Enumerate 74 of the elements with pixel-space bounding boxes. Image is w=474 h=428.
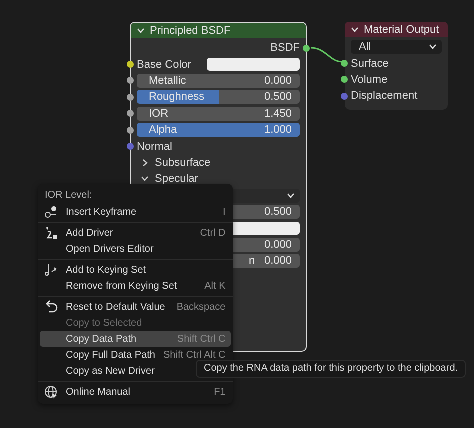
node-title: Principled BSDF (150, 24, 231, 36)
field-value: 1.000 (264, 124, 292, 136)
field-label: IOR (149, 108, 169, 120)
shortcut-label: F1 (214, 386, 226, 398)
driver-icon (44, 226, 58, 240)
node-socket[interactable] (127, 110, 134, 118)
menu-item[interactable]: Open Drivers Editor (40, 241, 231, 257)
field-value: 1.450 (264, 108, 292, 120)
socket-label: Displacement (351, 90, 418, 102)
socket-label: Base Color (137, 58, 192, 71)
field-label: Roughness (149, 91, 205, 104)
menu-item[interactable]: Add Driver Ctrl D (40, 225, 231, 241)
shortcut-label: I (222, 206, 226, 218)
node-socket[interactable] (127, 94, 134, 101)
keying-set-icon (44, 263, 58, 277)
dropdown[interactable]: All (351, 40, 442, 54)
menu-item[interactable]: Reset to Default Value Backspace (40, 299, 231, 315)
menu-item-label: Online Manual (66, 386, 130, 398)
menu-item-label: Reset to Default Value (66, 302, 166, 312)
field-label: Metallic (149, 74, 186, 87)
node-title: Material Output (364, 24, 440, 36)
shortcut-label: Shift Ctrl Alt C (164, 350, 226, 360)
menu-item-label: Copy Data Path (66, 334, 137, 344)
menu-item[interactable]: Copy Data Path Shift Ctrl C (40, 331, 231, 347)
socket-label: BSDF (270, 42, 300, 54)
socket-label: Volume (351, 74, 388, 86)
chevron-down-icon (429, 44, 437, 50)
socket-label: Normal (137, 140, 172, 153)
panel-label[interactable]: Specular (155, 173, 198, 186)
menu-item-label: Add to Keying Set (66, 264, 146, 276)
globe-icon (44, 385, 58, 399)
field-value: 0.000 (264, 255, 292, 268)
shortcut-label: Backspace (176, 302, 226, 312)
node-socket[interactable] (127, 61, 134, 68)
menu-item-label: Open Drivers Editor (66, 244, 154, 254)
node-socket[interactable] (303, 44, 310, 52)
menu-item-label: Copy Full Data Path (66, 350, 156, 360)
shortcut-label: Shift Ctrl C (177, 334, 226, 344)
node-socket[interactable] (341, 60, 348, 68)
menu-item-label: Insert Keyframe (66, 206, 137, 218)
menu-item-label: Remove from Keying Set (66, 280, 178, 292)
menu-item[interactable]: Remove from Keying Set Alt K (40, 278, 231, 294)
socket-label: Surface (351, 58, 389, 70)
node-socket[interactable] (127, 143, 134, 150)
node-socket[interactable] (341, 92, 348, 100)
node-socket[interactable] (127, 126, 134, 134)
menu-title: IOR Level: (44, 189, 94, 203)
field-label: n (248, 255, 256, 268)
slider-field[interactable]: Roughness 0.500 (137, 90, 300, 104)
key-icon (44, 205, 58, 219)
undo-icon (44, 300, 58, 314)
number-field[interactable]: IOR 1.450 (137, 106, 300, 121)
shortcut-label: Ctrl D (200, 228, 226, 238)
menu-item[interactable]: Online Manual F1 (40, 384, 231, 400)
chevron-down-icon (287, 192, 295, 199)
shortcut-label: Alt K (204, 280, 226, 292)
field-value: 0.500 (264, 206, 292, 218)
node-link (310, 47, 342, 63)
field-label: Alpha (149, 124, 178, 136)
slider-field[interactable]: Alpha 1.000 (137, 123, 300, 138)
menu-item[interactable]: Add to Keying Set (40, 262, 231, 278)
field-value: 0.500 (264, 91, 292, 104)
field-value: 0.000 (264, 238, 292, 251)
menu-item-label: Copy to Selected (66, 318, 142, 328)
tooltip: Copy the RNA data path for this property to the clipboard. (196, 360, 466, 378)
menu-item[interactable]: Insert Keyframe I (40, 204, 231, 220)
panel-label[interactable]: Subsurface (155, 156, 211, 169)
menu-item-label: Add Driver (66, 228, 114, 238)
node-socket[interactable] (127, 77, 134, 84)
color-swatch[interactable] (207, 58, 300, 72)
field-value: 0.000 (264, 74, 292, 87)
menu-item[interactable]: Copy Full Data Path Shift Ctrl Alt C (40, 347, 231, 363)
node-socket[interactable] (341, 76, 348, 84)
slider-field[interactable]: Metallic 0.000 (137, 74, 300, 88)
